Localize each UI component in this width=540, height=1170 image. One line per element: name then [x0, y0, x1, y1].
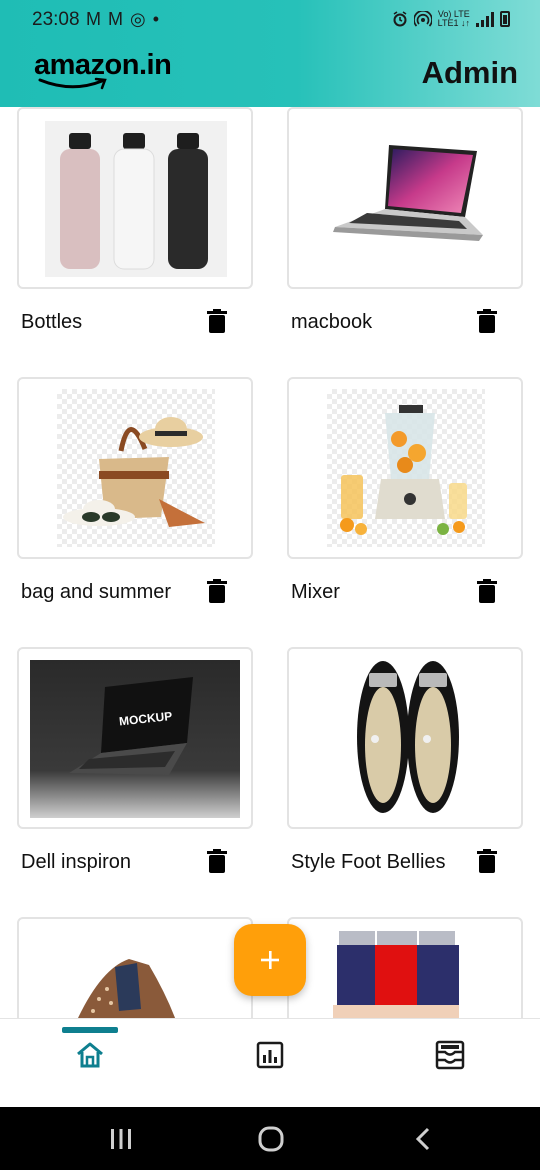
active-tab-indicator [62, 1027, 118, 1033]
status-bar: 23:08 M M ◎ • Vo) LTE LTE1 ↓↑ [0, 0, 540, 40]
summer-bag-image [63, 417, 205, 527]
shoe-image [78, 959, 176, 1018]
system-home-button[interactable] [257, 1125, 285, 1153]
product-name: Style Foot Bellies [291, 851, 446, 873]
shorts-image [333, 931, 459, 1018]
amazon-smile-icon [38, 77, 107, 90]
product-image[interactable] [287, 647, 523, 829]
battery-icon [500, 11, 510, 27]
delete-icon[interactable] [207, 309, 227, 333]
product-name: macbook [291, 311, 373, 333]
bottles-image [45, 121, 227, 277]
product-image[interactable]: MOCKUP [17, 647, 253, 829]
delete-icon[interactable] [207, 579, 227, 603]
recent-apps-icon [111, 1129, 131, 1149]
status-time: 23:08 [32, 9, 80, 30]
app-screen: 23:08 M M ◎ • Vo) LTE LTE1 ↓↑ amazon.in [0, 0, 540, 1170]
home-circle-icon [258, 1126, 284, 1152]
recent-apps-button[interactable] [108, 1125, 134, 1153]
product-image[interactable] [287, 377, 523, 559]
product-name: Dell inspiron [21, 851, 132, 873]
system-back-button[interactable] [412, 1125, 434, 1153]
mixer-image [340, 405, 467, 535]
product-image[interactable] [287, 107, 523, 289]
delete-icon[interactable] [477, 309, 497, 333]
admin-label: Admin [421, 55, 518, 90]
product-name: Mixer [291, 581, 340, 603]
signal-icon [476, 11, 494, 27]
plus-icon [261, 951, 279, 969]
system-navigation-bar [0, 1107, 540, 1170]
amazon-logo: amazon.in [34, 49, 172, 90]
delete-icon[interactable] [477, 849, 497, 873]
mockup-laptop-image: MOCKUP [30, 660, 240, 818]
nav-orders[interactable] [430, 1037, 470, 1073]
status-right-icons: Vo) LTE LTE1 ↓↑ [392, 10, 510, 28]
bellies-shoes-image [357, 661, 459, 813]
alarm-icon [393, 11, 407, 27]
app-header: 23:08 M M ◎ • Vo) LTE LTE1 ↓↑ amazon.in [0, 0, 540, 107]
laptop-image [333, 145, 483, 241]
volte-indicator: Vo) LTE LTE1 ↓↑ [437, 9, 470, 28]
product-name: Bottles [21, 311, 83, 333]
nav-home[interactable] [70, 1037, 110, 1073]
bottom-navigation [0, 1018, 540, 1107]
product-image[interactable] [287, 917, 523, 1018]
add-product-button[interactable] [234, 924, 306, 996]
bar-chart-icon [256, 1041, 284, 1069]
product-grid: Bottles macbook bag and summer Mixer MOC… [0, 107, 540, 1018]
product-image[interactable] [17, 917, 253, 1018]
orders-tray-icon [435, 1040, 465, 1070]
notification-icons: M M ◎ • [86, 9, 160, 29]
back-icon [415, 1127, 430, 1151]
nav-analytics[interactable] [250, 1037, 290, 1073]
product-image[interactable] [17, 107, 253, 289]
product-image[interactable] [17, 377, 253, 559]
hotspot-icon [413, 11, 432, 27]
home-icon [77, 1042, 103, 1068]
delete-icon[interactable] [207, 849, 227, 873]
product-name: bag and summer [21, 581, 172, 603]
delete-icon[interactable] [477, 579, 497, 603]
